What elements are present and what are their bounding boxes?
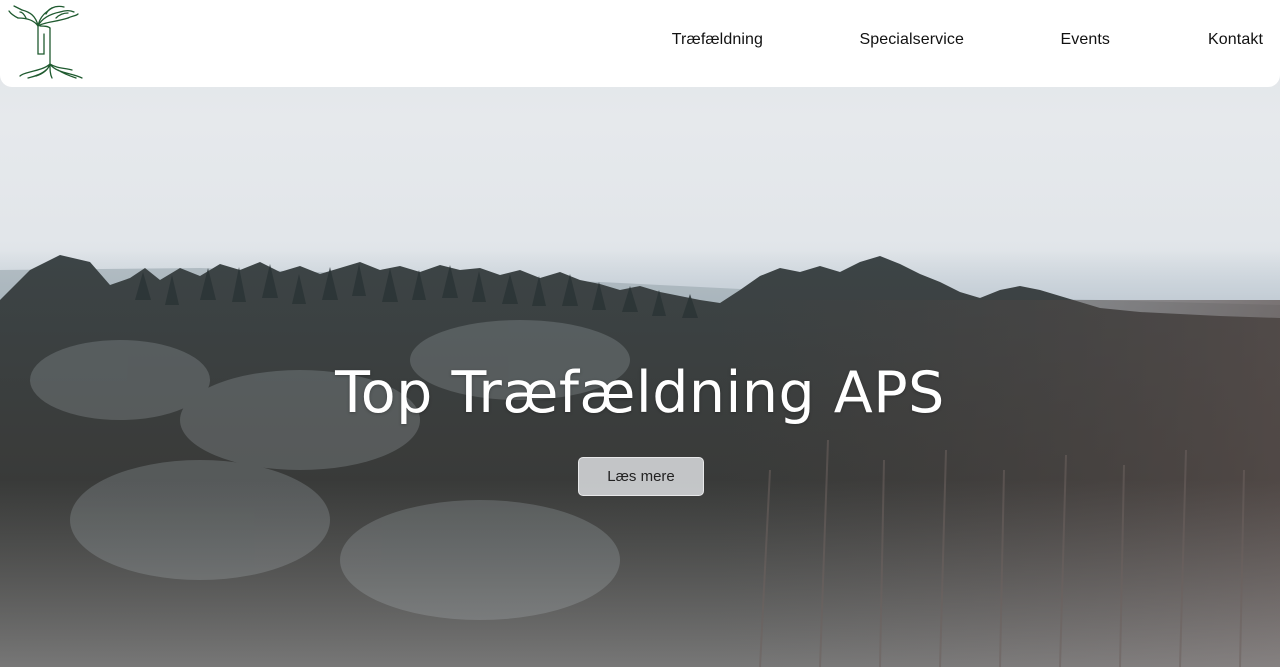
site-header: Træfældning Specialservice Events Kontak… — [0, 0, 1280, 87]
hero-title: Top Træfældning APS — [335, 360, 945, 426]
forest-image — [0, 255, 1280, 667]
nav-item-kontakt[interactable]: Kontakt — [1208, 31, 1263, 49]
read-more-button[interactable]: Læs mere — [578, 457, 704, 496]
tree-roots-logo-icon[interactable] — [6, 4, 88, 80]
nav-item-events[interactable]: Events — [1060, 31, 1110, 49]
nav-item-traefaeldning[interactable]: Træfældning — [672, 31, 763, 49]
hero-background — [0, 0, 1280, 667]
nav-item-specialservice[interactable]: Specialservice — [859, 31, 964, 49]
